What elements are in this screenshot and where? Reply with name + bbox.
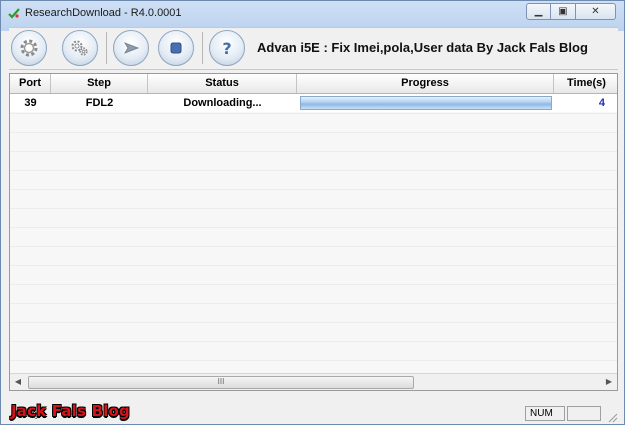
settings-button[interactable]: [11, 30, 47, 66]
row-gridline: [10, 132, 617, 133]
scroll-left-arrow-icon[interactable]: ◀: [10, 374, 26, 390]
maximize-button[interactable]: ▣: [551, 3, 576, 20]
firmware-banner: Advan i5E : Fix Imei,pola,User data By J…: [257, 40, 588, 55]
help-glyph: ?: [222, 39, 231, 58]
stop-button[interactable]: [158, 30, 194, 66]
status-cell: Downloading...: [183, 97, 262, 109]
port-cell: 39: [24, 97, 37, 109]
toolbar-separator: [202, 32, 203, 64]
title-bar[interactable]: ResearchDownload - R4.0.0001 ▁ ▣ ✕: [1, 1, 624, 25]
port-list[interactable]: Port Step Status Progress Time(s) 39 FDL…: [9, 73, 618, 391]
status-pane: [567, 406, 601, 421]
row-gridline: [10, 322, 617, 323]
close-button[interactable]: ✕: [576, 3, 616, 20]
multi-gear-icon: [71, 40, 88, 56]
maximize-icon: ▣: [558, 5, 568, 17]
row-gridline: [10, 189, 617, 190]
row-gridline: [10, 151, 617, 152]
toolbar-separator: [106, 32, 107, 64]
minimize-icon: ▁: [534, 5, 543, 17]
settings-gear-icon: [20, 39, 38, 57]
config-button[interactable]: [62, 30, 98, 66]
column-header-time[interactable]: Time(s): [554, 74, 617, 93]
minimize-button[interactable]: ▁: [526, 3, 551, 20]
column-header-port[interactable]: Port: [10, 74, 51, 93]
row-gridline: [10, 360, 617, 361]
column-header-step[interactable]: Step: [51, 74, 148, 93]
watermark-logo: Jack Fals Blog: [11, 402, 130, 420]
resize-grip-icon[interactable]: [606, 411, 618, 423]
row-gridline: [10, 170, 617, 171]
row-gridline: [10, 208, 617, 209]
start-download-button[interactable]: [113, 30, 149, 66]
table-row[interactable]: 39 FDL2 Downloading... 4: [10, 94, 617, 112]
toolbar: ? Advan i5E : Fix Imei,pola,User data By…: [9, 27, 618, 70]
app-icon: [8, 8, 20, 19]
window-title: ResearchDownload - R4.0.0001: [25, 7, 182, 19]
progress-fill: [301, 97, 551, 109]
row-gridline: [10, 246, 617, 247]
help-question-icon: ?: [222, 39, 231, 58]
row-gridline: [10, 284, 617, 285]
progress-bar: [300, 96, 552, 110]
horizontal-scrollbar[interactable]: ◀ III ▶: [10, 373, 617, 390]
num-lock-indicator: NUM: [525, 406, 565, 421]
start-arrow-icon: [124, 42, 140, 54]
row-gridline: [10, 303, 617, 304]
row-gridline: [10, 341, 617, 342]
scroll-right-arrow-icon[interactable]: ▶: [601, 374, 617, 390]
stop-square-icon: [170, 42, 182, 54]
step-cell: FDL2: [85, 97, 114, 109]
column-header-status[interactable]: Status: [148, 74, 297, 93]
help-button[interactable]: ?: [209, 30, 245, 66]
row-gridline: [10, 227, 617, 228]
row-gridline: [10, 265, 617, 266]
main-window: ResearchDownload - R4.0.0001 ▁ ▣ ✕ ? Adv…: [0, 0, 625, 425]
table-header: Port Step Status Progress Time(s): [10, 74, 617, 94]
close-icon: ✕: [591, 5, 600, 17]
window-controls: ▁ ▣ ✕: [526, 3, 616, 20]
scrollbar-thumb[interactable]: III: [28, 376, 414, 389]
column-header-progress[interactable]: Progress: [297, 74, 554, 93]
row-gridline: [10, 113, 617, 114]
time-cell: 4: [598, 97, 605, 109]
